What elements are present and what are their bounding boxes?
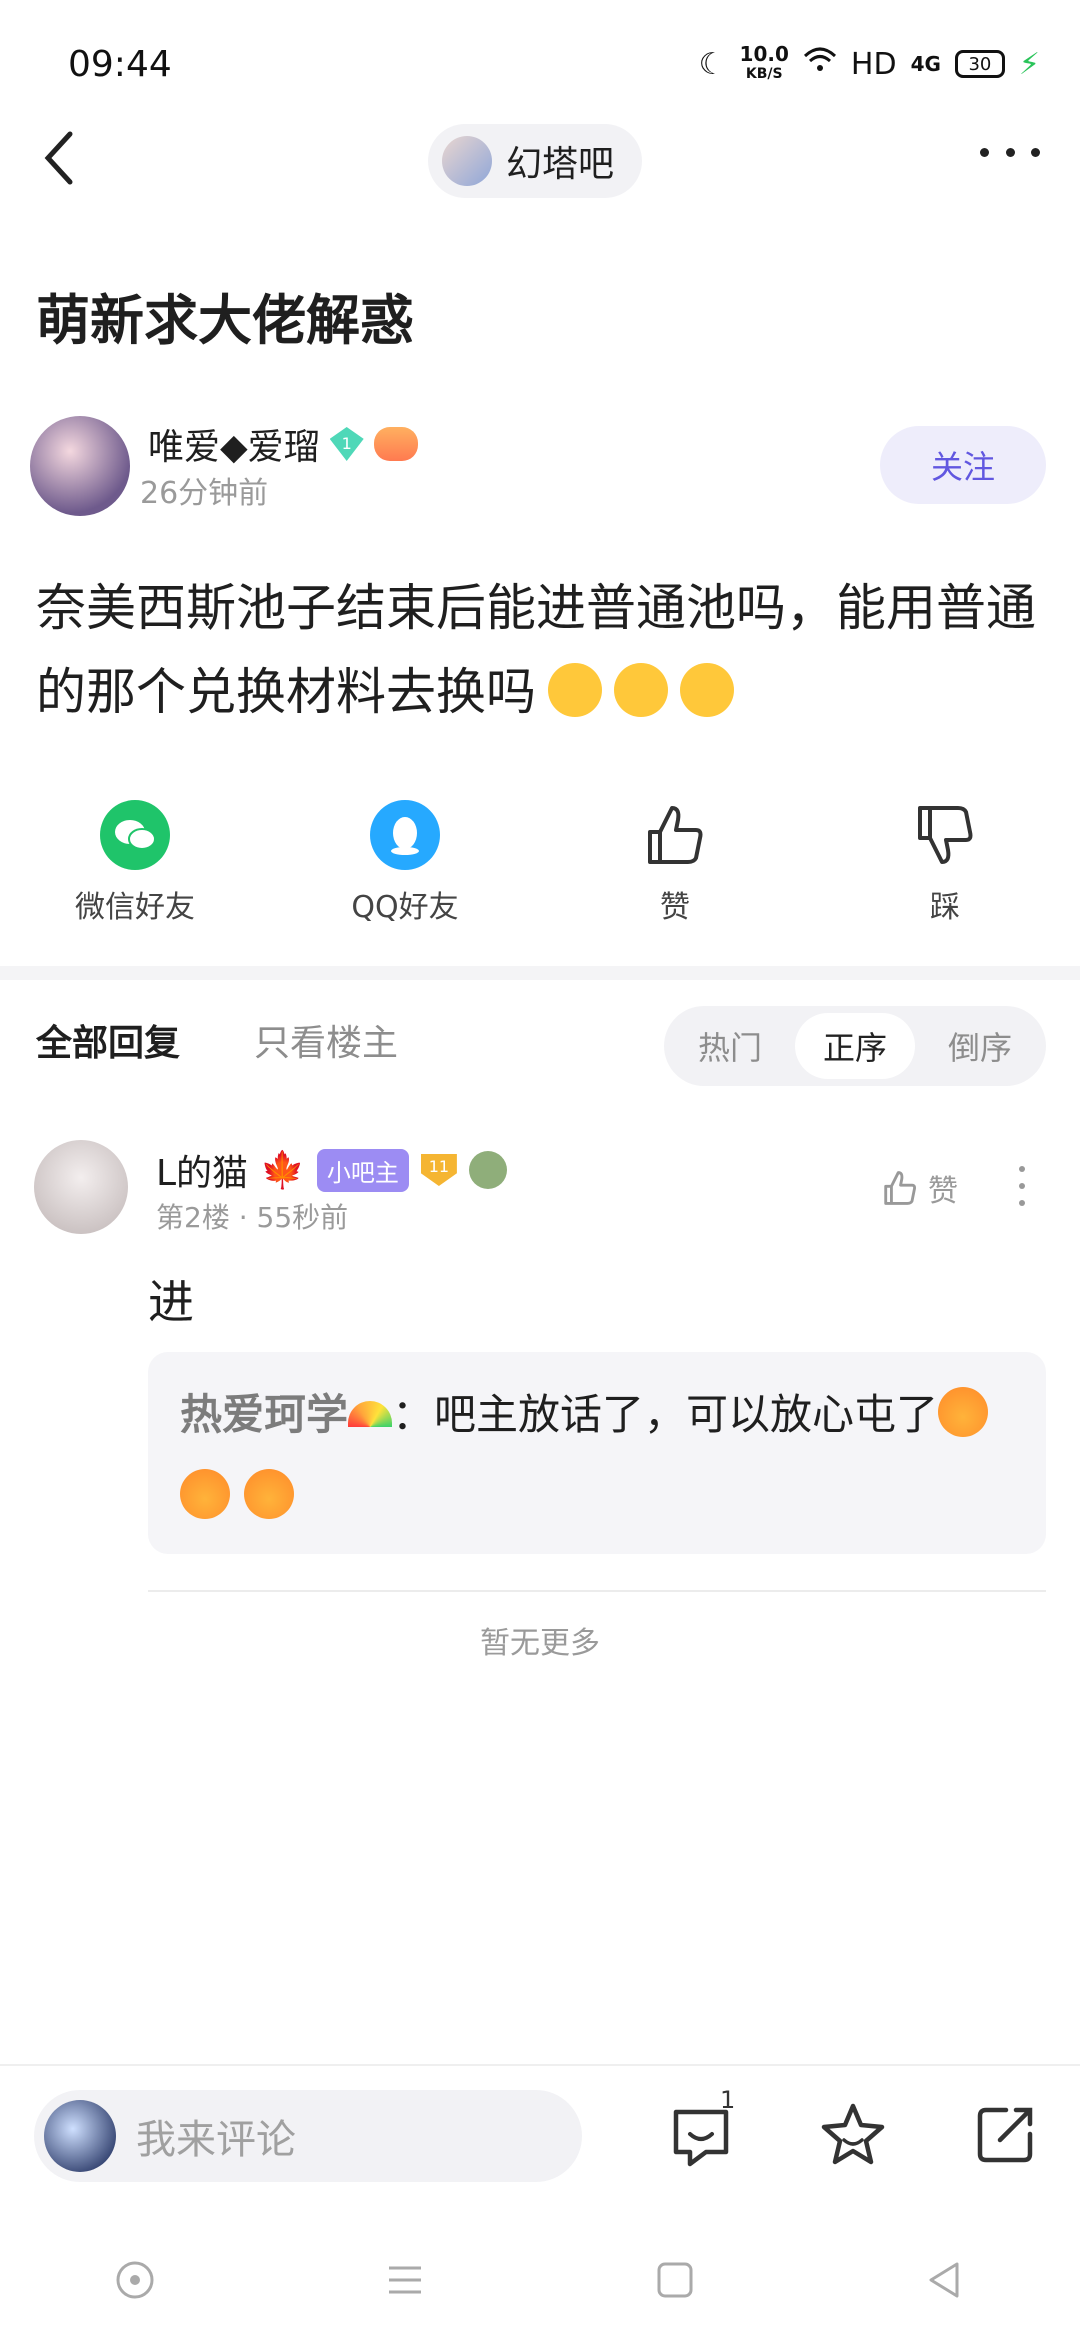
star-icon [821,2103,885,2165]
forum-name: 幻塔吧 [506,144,615,185]
more-dot-icon [1005,147,1015,157]
thumbs-down-icon [918,806,973,864]
post-time: 26分钟前 [140,476,269,511]
thumbs-up-icon [648,806,703,864]
battery-level: 30 [968,53,992,75]
my-avatar [44,2100,116,2172]
hd-label: HD [850,46,897,82]
charging-icon: ⚡ [1018,46,1040,82]
author-name-row[interactable]: 唯爱◆爱瑠 1 [148,418,418,470]
sub-reply-author[interactable]: 热爱珂学 [180,1390,348,1439]
emoji-icon [548,663,602,717]
qq-icon [370,800,440,870]
battery-icon: 30 [954,50,1005,78]
reply-divider [148,1590,1046,1592]
share-wechat-label: 微信好友 [75,890,195,925]
share-wechat-button[interactable]: 微信好友 [35,800,235,926]
emoji-icon [614,663,668,717]
assistant-nav-icon[interactable] [113,2258,157,2302]
wifi-icon [803,46,837,82]
post-body: 奈美西斯池子结束后能进普通池吗，能用普通的那个兑换材料去换吗 [36,566,1046,734]
favorite-button[interactable] [818,2100,888,2170]
dislike-label: 踩 [930,890,960,925]
more-dot-icon [1019,1183,1025,1189]
like-button[interactable]: 赞 [575,800,775,926]
share-button[interactable] [970,2100,1040,2170]
sort-hot[interactable]: 热门 [670,1013,790,1079]
comment-placeholder: 我来评论 [136,2117,296,2163]
share-qq-label: QQ好友 [351,890,459,925]
net-speed: 10.0 KB/S [740,44,789,84]
more-options-button[interactable] [980,142,1040,162]
wechat-icon [100,800,170,870]
moderator-badge: 小吧主 [316,1148,409,1192]
reply-like-button[interactable]: 赞 [880,1166,958,1210]
rainbow-icon [348,1401,393,1427]
like-label: 赞 [660,890,690,925]
post-body-text: 奈美西斯池子结束后能进普通池吗，能用普通的那个兑换材料去换吗 [36,579,1036,721]
reply-text: 进 [148,1275,194,1329]
system-nav-bar [0,2220,1080,2340]
sub-reply-text: ：吧主放话了，可以放心屯了 [392,1390,939,1439]
reply-author-avatar[interactable] [34,1140,128,1234]
gem-level-badge: 1 [329,427,364,461]
dislike-button[interactable]: 踩 [845,800,1045,926]
more-dot-icon [980,147,989,157]
author-avatar[interactable] [30,416,130,516]
reply-meta: 第2楼 · 55秒前 [156,1196,348,1236]
back-nav-icon[interactable] [923,2258,967,2302]
reply-author-row[interactable]: L的猫 🍁 小吧主 11 [156,1144,507,1196]
no-more-label: 暂无更多 [480,1626,600,1661]
tab-all-replies[interactable]: 全部回复 [36,1014,180,1066]
more-dot-icon [1019,1200,1025,1206]
level-badge: 11 [420,1154,457,1186]
reply-floor: 第2楼 [156,1201,230,1234]
reply-like-label: 赞 [928,1174,958,1209]
share-icon [977,2107,1033,2163]
moon-icon: ☾ [698,46,726,82]
follow-button[interactable]: 关注 [880,426,1046,504]
bottom-divider [0,2064,1080,2066]
back-button[interactable] [40,130,90,190]
status-time: 09:44 [68,44,172,85]
sort-descending[interactable]: 倒序 [920,1013,1040,1079]
net-speed-unit: KB/S [745,66,783,82]
emoji-icon [680,663,734,717]
sub-reply[interactable]: 热爱珂学 ：吧主放话了，可以放心屯了 [148,1352,1046,1554]
maple-leaf-icon: 🍁 [260,1150,305,1191]
status-icons: ☾ 10.0 KB/S HD 4G 30 ⚡ [699,44,1040,84]
meta-separator: · [238,1201,257,1234]
sort-ascending[interactable]: 正序 [795,1013,915,1079]
reply-time: 55秒前 [256,1201,349,1234]
author-level: 1 [341,434,352,453]
forum-chip[interactable]: 幻塔吧 [428,124,643,198]
game-badge-icon [373,427,418,461]
share-qq-button[interactable]: QQ好友 [305,800,505,926]
tab-op-only[interactable]: 只看楼主 [254,1014,398,1066]
sort-toggle: 热门 正序 倒序 [664,1006,1046,1086]
more-dot-icon [1019,1166,1025,1172]
menu-nav-icon[interactable] [383,2258,427,2302]
forum-badge-icon [468,1151,507,1189]
comment-input[interactable]: 我来评论 [34,2090,582,2182]
forum-avatar [442,136,492,186]
comment-count: 1 [720,2086,736,2114]
more-dot-icon [1031,147,1040,157]
emoji-icon [244,1469,294,1519]
emoji-icon [180,1469,230,1519]
emoji-icon [938,1387,989,1437]
author-name: 唯爱◆爱瑠 [148,427,320,468]
net-speed-value: 10.0 [739,42,789,66]
reply-more-button[interactable] [1018,1166,1026,1206]
signal-icon: 4G [910,52,941,76]
section-divider [0,966,1080,980]
reply-level: 11 [428,1157,450,1176]
reply-author-name: L的猫 [156,1153,249,1194]
post-title: 萌新求大佬解惑 [36,289,414,352]
thumbs-up-icon [884,1171,916,1205]
home-nav-icon[interactable] [653,2258,697,2302]
chevron-left-icon [44,131,73,185]
